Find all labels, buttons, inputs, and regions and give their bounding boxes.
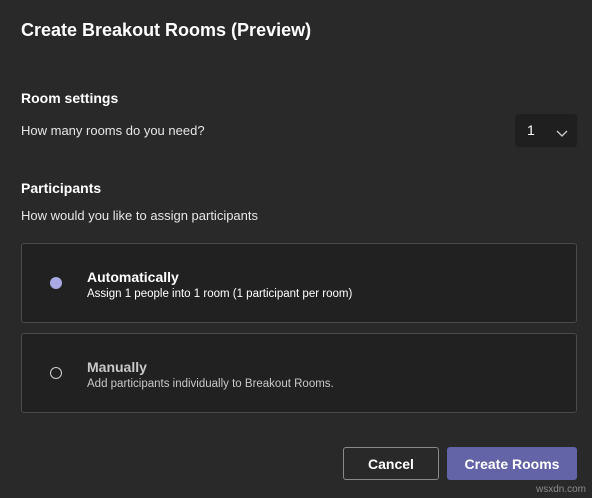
- radio-automatically[interactable]: [50, 277, 62, 289]
- option-manually-title: Manually: [87, 359, 147, 375]
- chevron-down-icon: [556, 125, 568, 143]
- radio-manually[interactable]: [50, 367, 62, 379]
- option-automatically-title: Automatically: [87, 269, 179, 285]
- watermark: wsxdn.com: [535, 484, 586, 495]
- create-rooms-button[interactable]: Create Rooms: [447, 447, 577, 480]
- option-manually[interactable]: Manually Add participants individually t…: [21, 333, 577, 413]
- participants-heading: Participants: [21, 180, 102, 196]
- rooms-count-dropdown[interactable]: 1: [515, 114, 577, 147]
- room-settings-heading: Room settings: [21, 90, 119, 106]
- option-manually-description: Add participants individually to Breakou…: [87, 378, 334, 390]
- rooms-count-question: How many rooms do you need?: [21, 123, 205, 138]
- option-automatically-description: Assign 1 people into 1 room (1 participa…: [87, 288, 353, 300]
- option-automatically[interactable]: Automatically Assign 1 people into 1 roo…: [21, 243, 577, 323]
- participants-question: How would you like to assign participant…: [21, 208, 259, 223]
- cancel-button[interactable]: Cancel: [343, 447, 439, 480]
- dialog-title: Create Breakout Rooms (Preview): [21, 20, 312, 40]
- rooms-count-value: 1: [527, 122, 535, 138]
